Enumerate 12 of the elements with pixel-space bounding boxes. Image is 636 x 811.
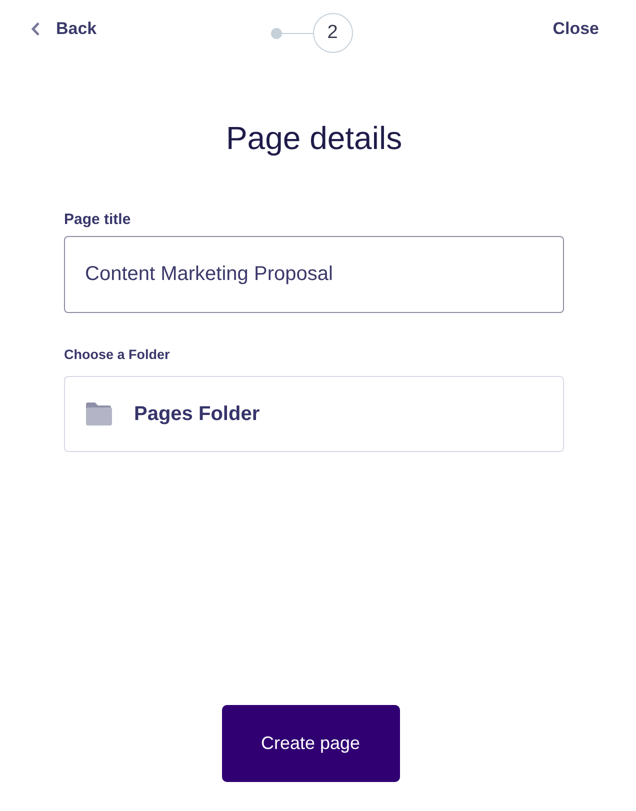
chevron-left-icon: [31, 22, 40, 36]
folder-icon: [85, 402, 112, 426]
field-label: Page title: [64, 211, 132, 229]
title-input-field[interactable]: Content Marketing Proposal: [64, 236, 564, 313]
create-page-button[interactable]: Create page: [222, 705, 400, 782]
field-label: Choose a Folder: [64, 347, 171, 363]
close-button[interactable]: Close: [552, 19, 599, 39]
page-title: Page details: [224, 119, 404, 158]
back-button[interactable]: Back: [31, 19, 97, 39]
folder-select[interactable]: Pages Folder: [64, 376, 564, 452]
step-connector: [282, 32, 312, 34]
current-step: 2: [312, 13, 352, 53]
